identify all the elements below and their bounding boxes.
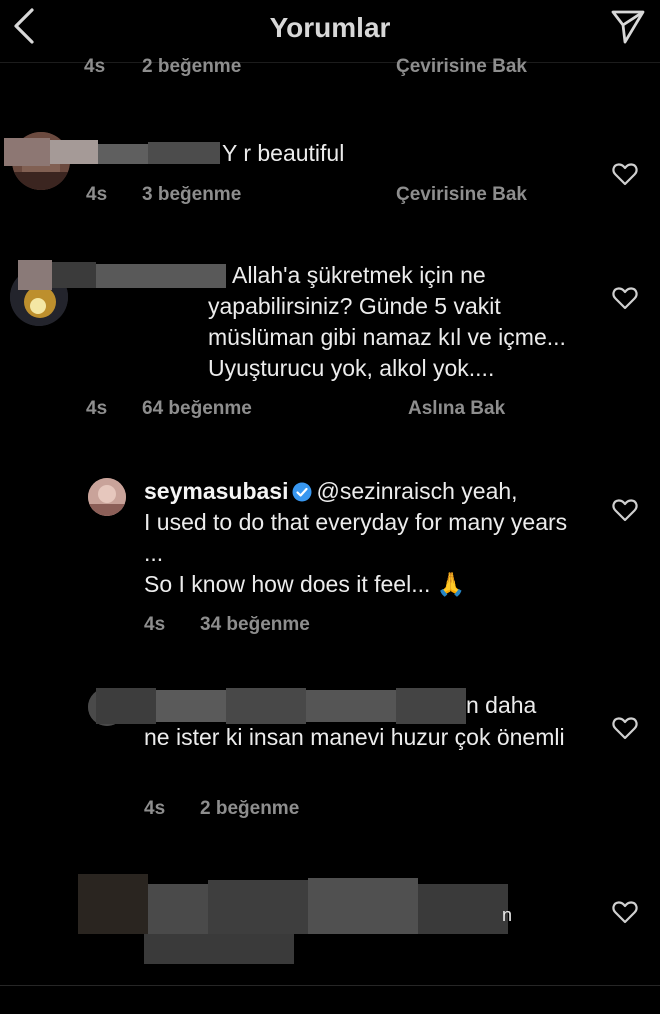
comment-item: n	[0, 870, 660, 970]
heart-icon[interactable]	[612, 286, 638, 310]
see-original-link[interactable]: Aslına Bak	[408, 398, 505, 420]
blurred-username	[96, 688, 466, 724]
translate-link[interactable]: Çevirisine Bak	[396, 58, 527, 78]
send-icon[interactable]	[610, 8, 646, 46]
header-bar: Yorumlar	[0, 0, 660, 63]
page-title: Yorumlar	[269, 12, 391, 43]
comment-text: Allah'a şükretmek için ne yapabilirsiniz…	[208, 262, 566, 381]
comment-text: n	[502, 905, 513, 925]
like-count[interactable]: 64 beğenme	[142, 398, 252, 420]
comment-time: 4s	[84, 58, 106, 77]
comment-time: 4s	[144, 798, 166, 819]
like-count[interactable]: 2 beğenme	[200, 798, 299, 820]
comment-item: Y r beautiful 4s 3 beğenme Çevirisine Ba…	[0, 120, 660, 220]
heart-icon[interactable]	[612, 498, 638, 522]
comment-text: yeah,	[454, 478, 518, 504]
comment-text: n daha	[466, 692, 537, 718]
like-count[interactable]: 2 beğenme	[142, 58, 241, 78]
blurred-username	[18, 260, 226, 290]
blurred-content	[78, 874, 508, 964]
comment-time: 4s	[144, 614, 166, 635]
comment-text: ne ister ki insan manevi huzur çok öneml…	[144, 724, 565, 750]
comment-cut-off: 4s 2 beğenme Çevirisine Bak	[0, 58, 660, 80]
like-count[interactable]: 3 beğenme	[142, 184, 241, 206]
heart-icon[interactable]	[612, 900, 638, 924]
comment-item: Allah'a şükretmek için ne yapabilirsiniz…	[0, 250, 660, 430]
avatar[interactable]	[88, 478, 126, 516]
divider	[0, 985, 660, 986]
verified-badge-icon	[292, 482, 312, 502]
comment-text: Y r beautiful	[222, 140, 345, 166]
heart-icon[interactable]	[612, 162, 638, 186]
translate-link[interactable]: Çevirisine Bak	[396, 184, 527, 206]
like-count[interactable]: 34 beğenme	[200, 614, 310, 636]
heart-icon[interactable]	[612, 716, 638, 740]
comment-text: I used to do that everyday for many year…	[144, 509, 568, 566]
comment-time: 4s	[86, 398, 108, 419]
comment-text: So I know how does it feel... 🙏	[144, 571, 466, 597]
blurred-username	[4, 138, 220, 166]
comment-time: 4s	[86, 184, 108, 205]
reply-item: seymasubasi @sezinraisch yeah, I used to …	[0, 472, 660, 652]
username[interactable]: seymasubasi	[144, 478, 288, 504]
mention-link[interactable]: @sezinraisch	[316, 478, 454, 504]
reply-item: n daha ne ister ki insan manevi huzur ço…	[0, 682, 660, 832]
